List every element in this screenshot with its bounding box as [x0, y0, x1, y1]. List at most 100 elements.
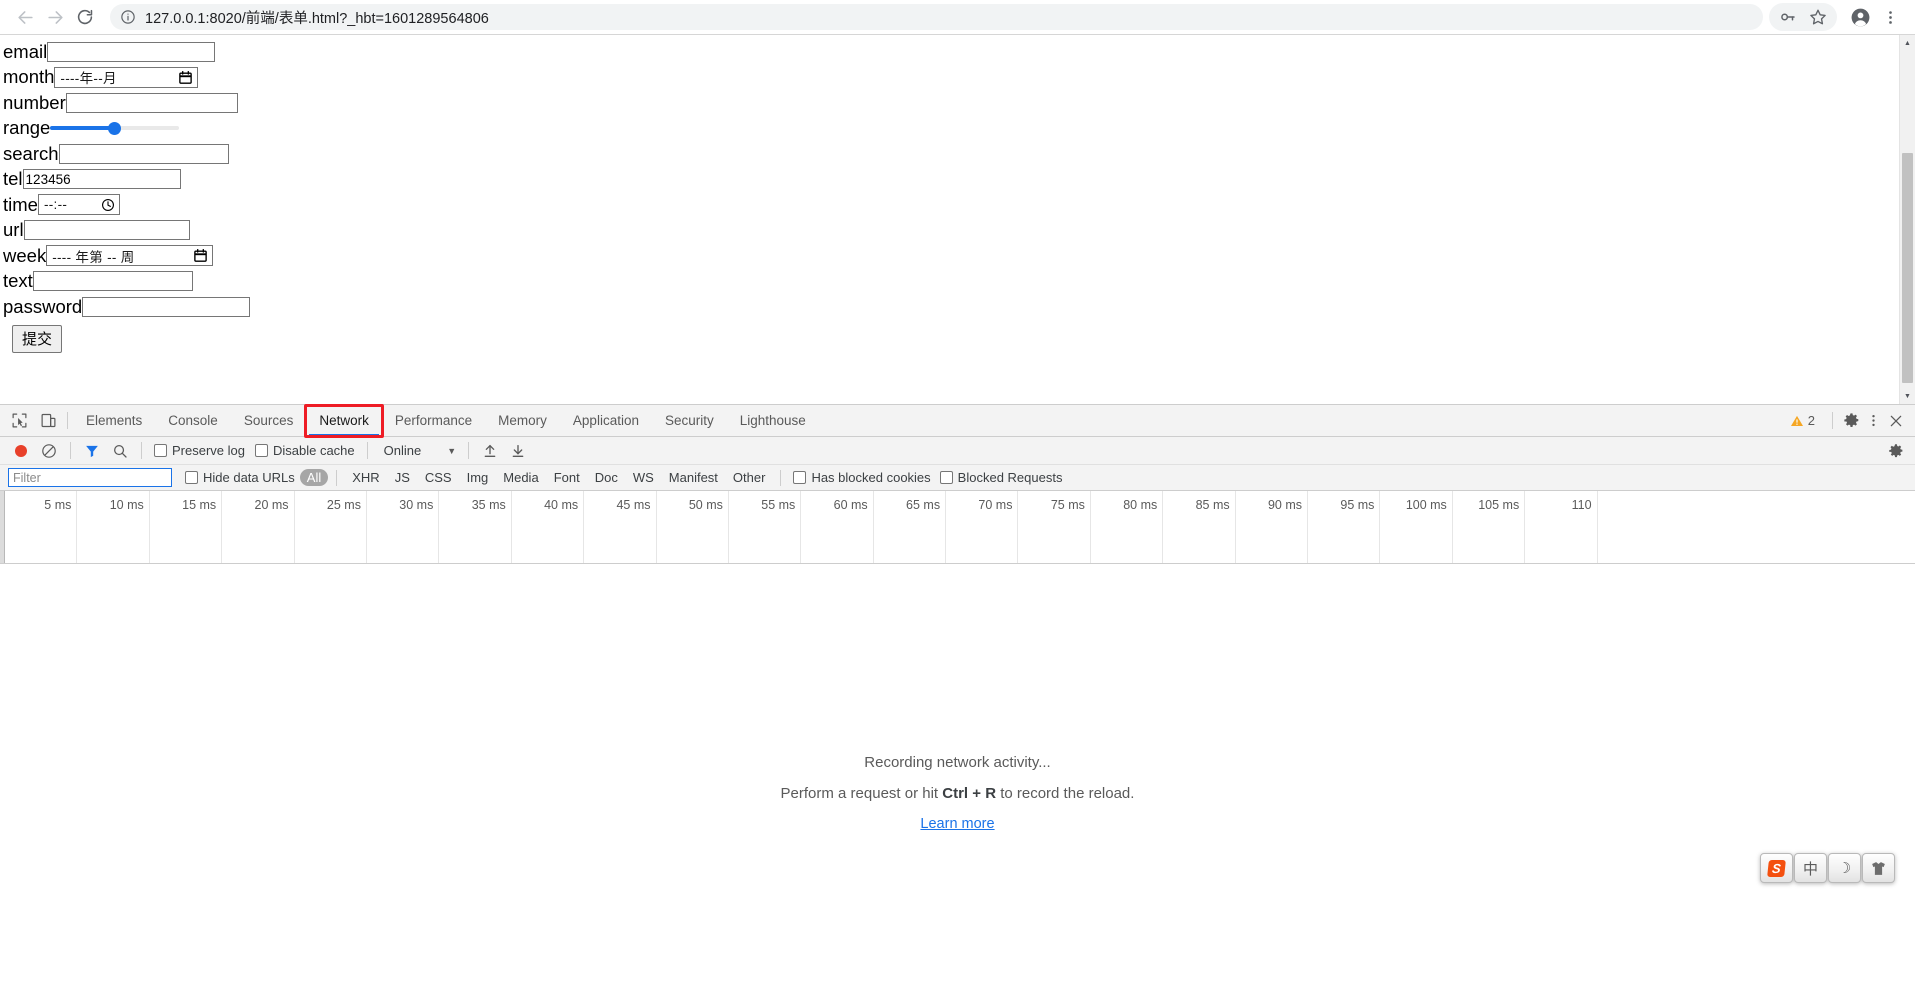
device-toolbar-icon[interactable] — [39, 411, 58, 430]
range-slider-wrap — [50, 121, 180, 136]
scroll-down-arrow[interactable]: ▼ — [1900, 388, 1915, 404]
profile-avatar-icon[interactable] — [1845, 3, 1875, 31]
shirt-icon — [1872, 861, 1885, 875]
checkbox-box[interactable] — [154, 444, 167, 457]
time-value: --:-- — [43, 197, 68, 213]
timeline-tick-label: 60 ms — [833, 498, 868, 512]
tab-lighthouse[interactable]: Lighthouse — [727, 405, 819, 436]
preserve-log-checkbox[interactable]: Preserve log — [154, 443, 245, 458]
tab-application[interactable]: Application — [560, 405, 652, 436]
forward-button[interactable] — [40, 2, 70, 32]
password-key-icon[interactable] — [1773, 3, 1803, 31]
chevron-down-icon[interactable]: ▼ — [447, 446, 456, 456]
timeline-tick-label: 75 ms — [1050, 498, 1085, 512]
tab-memory[interactable]: Memory — [485, 405, 560, 436]
search-input[interactable] — [58, 143, 229, 164]
disable-cache-label: Disable cache — [272, 443, 355, 458]
week-input[interactable]: ---- 年第 -- 周 — [46, 245, 214, 267]
network-settings-gear-icon[interactable] — [1886, 441, 1905, 460]
back-button[interactable] — [10, 2, 40, 32]
site-information-icon[interactable] — [120, 9, 136, 25]
warning-badge[interactable]: 2 — [1782, 413, 1823, 428]
search-button[interactable] — [107, 440, 133, 462]
tab-sources[interactable]: Sources — [231, 405, 307, 436]
type-filter-font[interactable]: Font — [547, 469, 587, 486]
timeline-tick: 20 ms — [222, 491, 295, 563]
browser-menu-icon[interactable] — [1875, 3, 1905, 31]
reload-button[interactable] — [70, 2, 100, 32]
has-blocked-cookies-checkbox[interactable]: Has blocked cookies — [793, 470, 931, 485]
import-har-button[interactable] — [477, 440, 503, 462]
tab-performance[interactable]: Performance — [382, 405, 485, 436]
month-input[interactable]: ----年--月 — [54, 66, 199, 88]
export-har-button[interactable] — [505, 440, 531, 462]
type-filter-manifest[interactable]: Manifest — [662, 469, 725, 486]
blocked-requests-checkbox[interactable]: Blocked Requests — [939, 470, 1062, 485]
submit-button[interactable]: 提交 — [12, 324, 63, 353]
preserve-log-label: Preserve log — [172, 443, 245, 458]
tel-input[interactable] — [22, 169, 181, 190]
address-bar[interactable]: 127.0.0.1:8020/前端/表单.html?_hbt=160128956… — [110, 4, 1763, 30]
timeline-tick: 50 ms — [657, 491, 729, 563]
type-filter-img[interactable]: Img — [460, 469, 496, 486]
calendar-icon[interactable] — [168, 70, 193, 85]
more-options-icon[interactable] — [1864, 411, 1883, 430]
inspect-element-icon[interactable] — [10, 411, 29, 430]
calendar-icon[interactable] — [183, 248, 208, 263]
checkbox-box[interactable] — [254, 444, 268, 457]
timeline-tick-label: 40 ms — [544, 498, 579, 512]
network-timeline-ruler[interactable]: 5 ms 10 ms 15 ms 20 ms 25 ms 30 ms 35 ms 40 ms 4… — [0, 491, 1915, 564]
network-toolbar: Preserve log Disable cache Online ▼ — [0, 437, 1915, 465]
label-password: password — [3, 295, 83, 317]
devtools-tools — [0, 405, 64, 436]
type-filter-all[interactable]: All — [299, 469, 329, 486]
sogou-logo-key[interactable]: S — [1760, 853, 1793, 883]
moon-mode-key[interactable]: ☽ — [1828, 853, 1861, 883]
url-input[interactable] — [23, 220, 190, 241]
gear-icon[interactable] — [1842, 411, 1861, 430]
timeline-tick: 15 ms — [150, 491, 223, 563]
close-icon[interactable] — [1886, 411, 1905, 430]
timeline-tick-label: 90 ms — [1267, 498, 1303, 512]
scroll-up-arrow[interactable]: ▲ — [1900, 35, 1915, 51]
text-input[interactable] — [32, 271, 193, 292]
type-filter-js[interactable]: JS — [388, 469, 417, 486]
range-slider[interactable] — [50, 121, 180, 136]
bookmark-star-icon[interactable] — [1803, 3, 1833, 31]
number-input[interactable] — [65, 92, 238, 113]
clear-button[interactable] — [36, 440, 62, 462]
time-input[interactable]: --:-- — [37, 194, 120, 216]
form-row-text: text — [3, 269, 1915, 295]
type-filter-doc[interactable]: Doc — [588, 469, 625, 486]
disable-cache-checkbox[interactable]: Disable cache — [254, 443, 355, 458]
tab-security[interactable]: Security — [652, 405, 727, 436]
type-filter-xhr[interactable]: XHR — [345, 469, 386, 486]
checkbox-box[interactable] — [185, 471, 198, 484]
type-filter-css[interactable]: CSS — [418, 469, 459, 486]
skin-theme-key[interactable] — [1862, 853, 1895, 883]
throttle-dropdown[interactable]: Online ▼ — [376, 443, 461, 458]
record-button[interactable] — [8, 440, 34, 462]
checkbox-box[interactable] — [939, 471, 953, 484]
scrollbar-thumb[interactable] — [1902, 153, 1913, 383]
recording-hint-text: Perform a request or hit Ctrl + R to rec… — [781, 785, 1135, 802]
filter-button[interactable] — [79, 440, 105, 462]
tab-elements[interactable]: Elements — [73, 405, 155, 436]
chinese-mode-key[interactable]: 中 — [1794, 853, 1827, 883]
tab-console[interactable]: Console — [155, 405, 231, 436]
type-filter-ws[interactable]: WS — [626, 469, 661, 486]
password-input[interactable] — [82, 296, 251, 317]
filter-input[interactable] — [8, 468, 172, 487]
type-filter-media[interactable]: Media — [496, 469, 545, 486]
email-input[interactable] — [47, 41, 216, 62]
tab-network[interactable]: Network — [306, 405, 382, 436]
checkbox-box[interactable] — [793, 471, 807, 484]
type-filter-other[interactable]: Other — [726, 469, 773, 486]
label-email: email — [3, 40, 48, 62]
page-scrollbar[interactable]: ▲ ▼ — [1899, 35, 1915, 404]
network-empty-state: Recording network activity... Perform a … — [0, 564, 1915, 986]
learn-more-link[interactable]: Learn more — [920, 816, 994, 832]
hide-data-urls-checkbox[interactable]: Hide data URLs — [185, 470, 295, 485]
timeline-tick: 5 ms — [5, 491, 78, 563]
clock-icon[interactable] — [91, 198, 115, 212]
